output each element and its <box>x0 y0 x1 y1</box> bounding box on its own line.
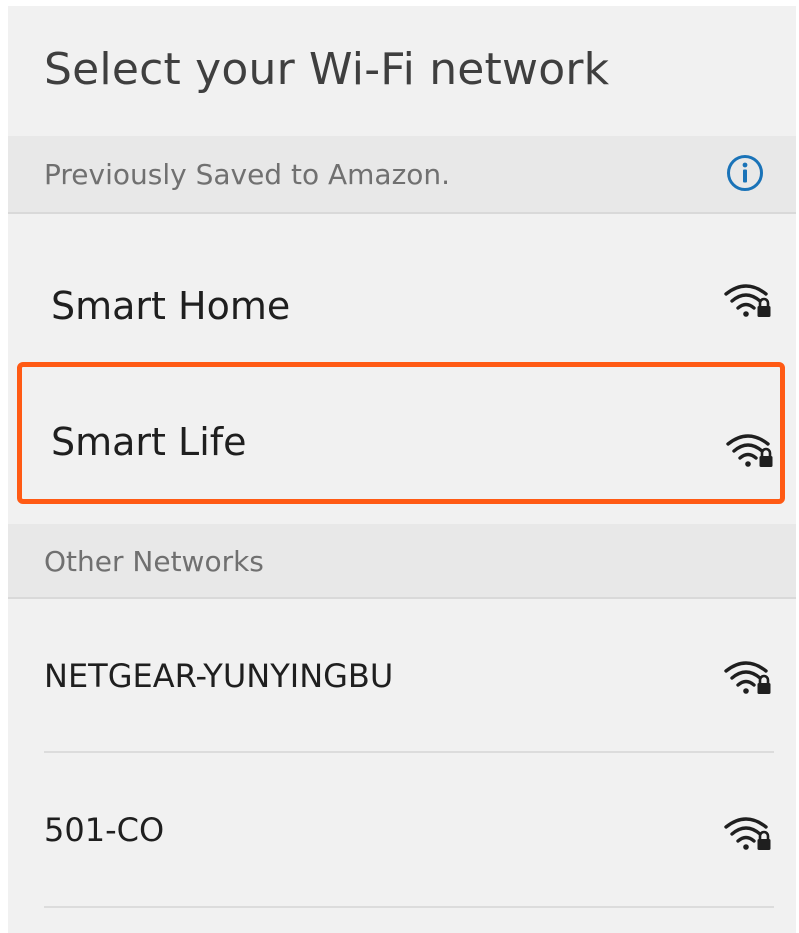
saved-networks-label: Previously Saved to Amazon. <box>44 158 451 191</box>
other-networks-header: Other Networks <box>8 524 796 599</box>
info-icon[interactable] <box>726 154 764 192</box>
selection-highlight-box <box>17 362 785 504</box>
network-name: 501-CO <box>44 811 165 849</box>
page-title: Select your Wi-Fi network <box>44 44 610 95</box>
network-name: NETGEAR-YUNYINGBU <box>44 657 394 695</box>
network-name: Smart Home <box>51 284 291 328</box>
network-row-smart-home[interactable]: Smart Home <box>8 214 796 366</box>
other-networks-label: Other Networks <box>44 545 264 578</box>
wifi-lock-icon <box>724 284 771 317</box>
wifi-lock-icon <box>724 817 771 850</box>
row-divider <box>44 906 774 908</box>
network-row-netgear-yunyingbu[interactable]: NETGEAR-YUNYINGBU <box>8 599 796 751</box>
saved-networks-header: Previously Saved to Amazon. <box>8 136 796 214</box>
network-row-501-co[interactable]: 501-CO <box>8 753 796 906</box>
wifi-lock-icon <box>724 661 771 694</box>
